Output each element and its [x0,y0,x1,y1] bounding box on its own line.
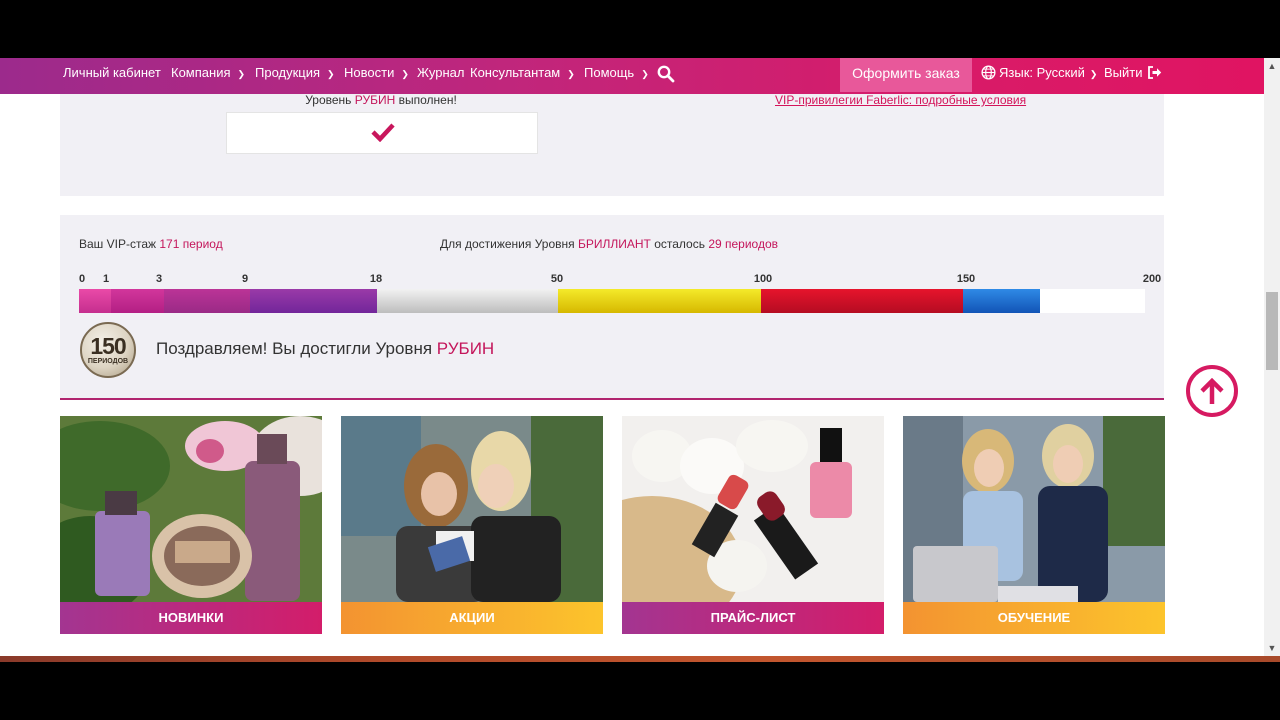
vip-progress-bar [79,289,1145,313]
goal-middle: осталось [650,237,709,251]
badge-number: 150 [90,333,126,359]
scale-tick-label: 0 [78,273,86,285]
nav-journal[interactable]: Журнал [417,58,464,94]
progress-segment-100-150 [761,289,963,313]
congrats-level: РУБИН [436,339,495,358]
vip-stage-label: Ваш VIP-стаж [79,237,160,251]
vip-stage-card: Ваш VIP-стаж 171 период Для достижения У… [60,215,1164,400]
vip-stage-value: 171 период [159,237,223,251]
place-order-button[interactable]: Оформить заказ [840,58,972,92]
badge-caption: ПЕРИОДОВ [87,358,129,365]
progress-segment-3-9 [164,289,250,313]
arrow-up-icon [1200,377,1224,411]
language-label: Язык: Русский [999,65,1085,80]
scroll-up-arrow-icon[interactable]: ▲ [1264,58,1280,74]
scale-tick-label: 100 [753,273,773,285]
progress-segment-50-100 [558,289,761,313]
progress-segment-9-18 [250,289,377,313]
progress-remaining [1040,289,1145,313]
logout-label: Выйти [1104,65,1143,80]
scale-tick-label: 1 [102,273,110,285]
progress-segment-0-1 [79,289,111,313]
chevron-down-icon: ❯ [1089,69,1098,79]
chevron-down-icon: ❯ [401,69,409,79]
tile-training[interactable]: ОБУЧЕНИЕ [903,416,1165,634]
nav-label: Консультантам [470,65,561,80]
language-selector[interactable]: Язык: Русский ❯ [981,58,1097,94]
tile-label: НОВИНКИ [60,602,322,634]
level-completed-text: Уровень РУБИН выполнен! [226,94,536,106]
scale-tick-label: 9 [241,273,249,285]
nav-label: Продукция [255,65,321,80]
goal-remaining: 29 периодов [708,237,779,251]
periods-badge: 150 ПЕРИОДОВ [80,322,136,378]
globe-icon [981,61,996,91]
chevron-down-icon: ❯ [567,69,575,79]
scale-tick-label: 200 [1142,273,1162,285]
scale-tick-label: 150 [956,273,976,285]
tile-label: ОБУЧЕНИЕ [903,602,1165,634]
cosmetics-image [622,416,884,634]
place-order-label: Оформить заказ [852,65,960,81]
scroll-down-arrow-icon[interactable]: ▼ [1264,640,1280,656]
progress-segment-150-171 [963,289,1040,313]
page-scrollbar[interactable]: ▲ ▼ [1264,58,1280,656]
tile-price-list[interactable]: ПРАЙС-ЛИСТ [622,416,884,634]
tile-label: ПРАЙС-ЛИСТ [622,602,884,634]
congratulations-message: Поздравляем! Вы достигли Уровня РУБИН [156,339,494,359]
congrats-text: Поздравляем! Вы достигли Уровня [156,339,437,358]
nav-label: Новости [344,65,395,80]
nav-label: Журнал [417,65,465,80]
spa-products-image [60,416,322,616]
goal-prefix: Для достижения Уровня [440,237,578,251]
taskbar-strip [0,656,1280,662]
level-checkmark-box [226,112,538,154]
goal-level: БРИЛЛИАНТ [577,237,651,251]
status-level: РУБИН [354,93,396,107]
scrollbar-thumb[interactable] [1266,292,1278,370]
nav-consultants[interactable]: Консультантам ❯ [470,58,575,94]
logout-button[interactable]: Выйти [1104,58,1162,94]
chevron-down-icon: ❯ [237,69,246,79]
progress-segment-1-3 [111,289,164,313]
level-status-card: Уровень РУБИН выполнен! VIP-привилегии F… [60,94,1164,196]
search-icon[interactable] [657,64,675,84]
nav-help[interactable]: Помощь ❯ [584,58,649,94]
tile-new-products[interactable]: НОВИНКИ [60,416,322,634]
vip-stage-text: Ваш VIP-стаж 171 период [79,237,223,251]
nav-news[interactable]: Новости ❯ [344,58,409,94]
nav-label: Помощь [584,65,635,80]
scale-tick-label: 50 [550,273,564,285]
next-level-text: Для достижения Уровня БРИЛЛИАНТ осталось… [440,237,778,251]
scale-tick-label: 18 [369,273,383,285]
progress-segment-18-50 [377,289,558,313]
top-navbar: Личный кабинет Компания ❯ Продукция ❯ Ново… [0,58,1264,94]
nav-personal-cabinet[interactable]: Личный кабинет [63,58,161,94]
women-with-magazine-image [341,416,603,602]
chevron-down-icon: ❯ [327,69,335,79]
status-suffix: выполнен! [395,93,457,107]
status-prefix: Уровень [305,93,355,107]
nav-label: Личный кабинет [63,65,161,80]
nav-products[interactable]: Продукция ❯ [255,58,335,94]
page-viewport: Личный кабинет Компания ❯ Продукция ❯ Ново… [0,58,1264,656]
scroll-to-top-button[interactable] [1186,365,1238,417]
nav-company[interactable]: Компания ❯ [171,58,245,94]
checkmark-icon [371,122,395,147]
nav-label: Компания [171,65,231,80]
sign-out-icon [1148,60,1162,90]
vip-privileges-link[interactable]: VIP-привилегии Faberlic: подробные услов… [775,94,1026,106]
tile-label: АКЦИИ [341,602,603,634]
business-women-image [903,416,1165,602]
scale-tick-label: 3 [155,273,163,285]
chevron-down-icon: ❯ [641,69,649,79]
tile-promotions[interactable]: АКЦИИ [341,416,603,634]
